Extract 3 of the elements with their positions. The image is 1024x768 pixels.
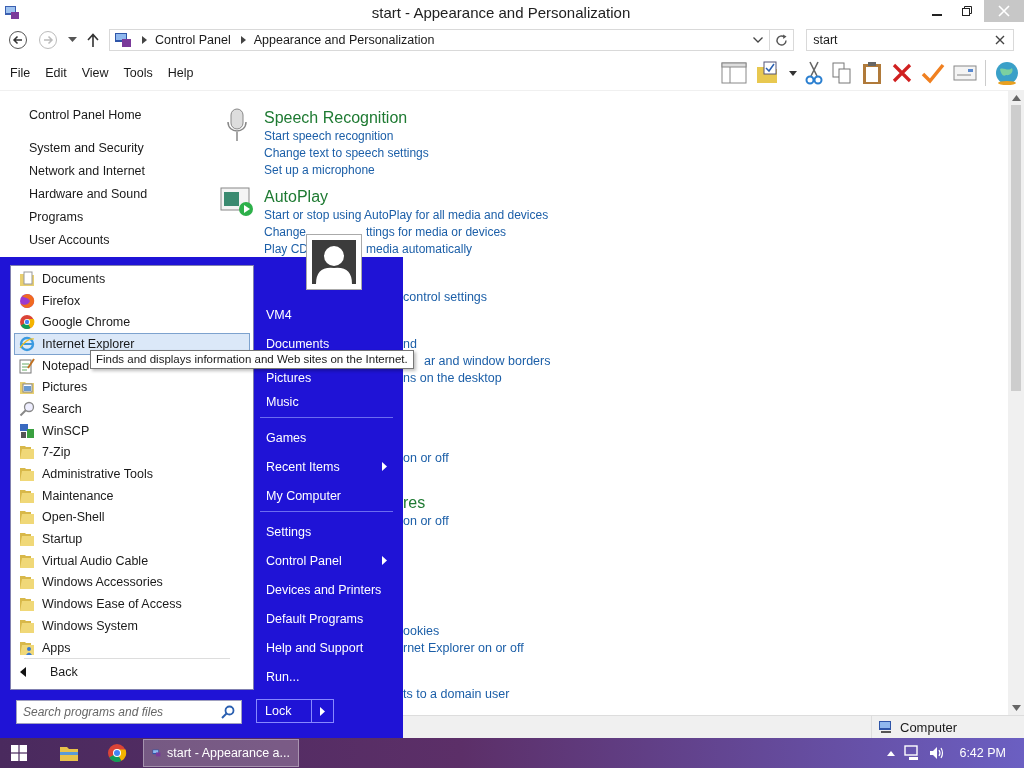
status-text: Computer [900, 719, 958, 735]
window-title: start - Appearance and Personalization [371, 3, 631, 21]
tooltip: Finds and displays information and Web sites on the Internet. [90, 350, 414, 369]
